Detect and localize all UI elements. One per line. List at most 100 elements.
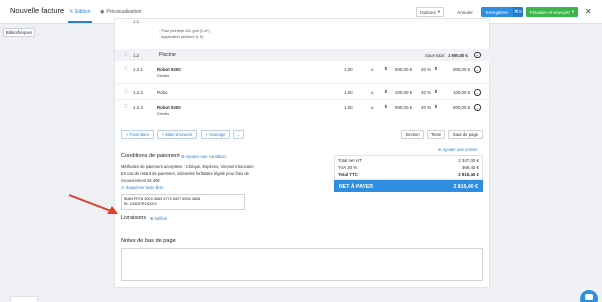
net-to-pay-value: 2 816,40 € xyxy=(453,183,478,190)
plus-circle-icon: ⊕ xyxy=(181,154,185,159)
add-discount-label: Ajouter une remise xyxy=(442,147,478,152)
divider xyxy=(115,99,491,100)
save-button[interactable]: Enregistrer xyxy=(481,7,513,17)
tab-preview[interactable]: ◉ Prévisualisation xyxy=(100,9,141,15)
item-number: 1.2.1 xyxy=(133,67,143,72)
libraries-button[interactable]: Bibliothèques xyxy=(3,28,35,37)
tab-label: Prévisualisation xyxy=(106,9,142,15)
total-label: Total TTC xyxy=(338,172,358,177)
page-break-button[interactable]: Saut de page xyxy=(448,130,483,139)
section-title[interactable]: Piscine xyxy=(159,52,176,58)
chevron-down-icon[interactable]: ⌄ xyxy=(474,89,481,96)
total-value: 2 816,40 € xyxy=(458,172,479,177)
tab-edition[interactable]: ✎ Edition xyxy=(69,9,91,15)
section-row[interactable]: ⠿ 1.2 Piscine Sous-total : 1 900,00 € ⌄ xyxy=(115,49,491,61)
item-name[interactable]: Robot 5200 xyxy=(157,105,181,110)
chevron-down-icon[interactable]: ⌄ xyxy=(474,51,481,58)
bottom-panel-tab[interactable] xyxy=(10,296,38,302)
drag-handle-icon[interactable]: ⠿ xyxy=(124,89,127,95)
options-button[interactable]: Options ▾ xyxy=(416,7,444,17)
finalize-button[interactable]: Finaliser et envoyer ▾ xyxy=(526,7,578,17)
add-condition-label: Ajouter une condition xyxy=(185,154,226,159)
page-title: Nouvelle facture xyxy=(10,6,65,15)
finalize-label: Finaliser et envoyer xyxy=(529,9,570,15)
item-qty[interactable]: 1,00 xyxy=(344,90,353,95)
add-work-button[interactable]: + Ouvrage xyxy=(201,130,230,139)
subtotal-label: Sous-total : xyxy=(425,52,447,58)
chevron-down-icon[interactable]: ⌄ xyxy=(474,66,481,73)
payment-conditions-title: Conditions de paiement xyxy=(121,153,180,159)
stepper-icon[interactable]: ⬍ xyxy=(434,66,438,72)
more-options-button[interactable]: ... xyxy=(233,130,244,139)
active-tab-indicator xyxy=(68,21,92,23)
stepper-icon[interactable]: ⬍ xyxy=(384,66,388,72)
item-qty[interactable]: 1,00 xyxy=(344,67,353,72)
item-price[interactable]: 900,00 € xyxy=(395,105,412,110)
stepper-icon[interactable]: ⬍ xyxy=(434,104,438,110)
deliveries-title: Livraisons xyxy=(121,215,147,221)
net-to-pay-bar: NET À PAYER 2 816,40 € xyxy=(334,180,483,192)
stepper-icon[interactable]: ⬍ xyxy=(384,89,388,95)
chevron-down-icon[interactable]: ⌄ xyxy=(474,104,481,111)
options-label: Options xyxy=(419,9,436,15)
annotation-arrow-icon xyxy=(68,194,118,214)
item-detail[interactable]: Détails xyxy=(157,73,169,78)
total-ttc-row: Total TTC 2 816,40 € xyxy=(334,172,483,178)
add-section-button[interactable]: Section xyxy=(401,130,424,139)
recovery-fee-text[interactable]: recouvrement de 40€. xyxy=(121,178,161,183)
item-vat[interactable]: 20 % xyxy=(421,67,431,72)
chevron-down-icon: ▾ xyxy=(571,9,575,14)
divider xyxy=(115,83,491,84)
cancel-button[interactable]: Annuler xyxy=(453,7,477,17)
item-total: 900,00 € xyxy=(453,105,471,110)
late-payment-text[interactable]: En cas de retard de paiement, indemnité … xyxy=(121,171,249,176)
footer-notes-input[interactable] xyxy=(121,248,483,281)
define-delivery-link[interactable]: ⊕ Définir xyxy=(150,216,167,222)
total-label: TVA 20 % xyxy=(338,165,358,170)
section-number: 1.2 xyxy=(133,52,140,58)
item-total: 100,00 € xyxy=(453,90,471,95)
item-total: 900,00 € xyxy=(453,67,471,72)
chat-widget-button[interactable] xyxy=(580,290,598,302)
bic-text: BI: CMCIFR1NXXX xyxy=(124,202,157,206)
item-unit[interactable]: u xyxy=(371,105,373,110)
footer-notes-title: Notes de bas de page xyxy=(121,238,176,244)
total-vat-row: TVA 20 % 469,40 € xyxy=(334,165,483,171)
item-name[interactable]: Robot 5200 xyxy=(157,67,181,72)
chat-bubble-icon xyxy=(585,294,593,300)
pencil-icon: ✎ xyxy=(69,9,74,15)
item-vat[interactable]: 20 % xyxy=(421,90,431,95)
drag-handle-icon[interactable]: ⠿ xyxy=(124,52,127,58)
add-text-button[interactable]: Texte xyxy=(427,130,445,139)
subtotal-value: 1 900,00 € xyxy=(448,52,468,58)
item-price[interactable]: 100,00 € xyxy=(395,90,412,95)
bank-details-box[interactable]: IBAN FR76 3004 3663 4772 8427 8992 4628 … xyxy=(121,194,245,210)
item-detail[interactable]: Détails xyxy=(157,111,169,116)
total-value: 2 347,00 € xyxy=(458,158,479,163)
prev-item-detail: - Pour peinture 20L gris (1 m²) xyxy=(159,29,210,33)
drag-handle-icon[interactable]: ⠿ xyxy=(124,66,127,72)
item-number: 1.2.3 xyxy=(133,105,143,110)
stepper-icon[interactable]: ⬍ xyxy=(434,89,438,95)
add-condition-link[interactable]: ⊕ Ajouter une condition xyxy=(181,154,226,160)
stepper-icon[interactable]: ⬍ xyxy=(384,104,388,110)
close-icon[interactable]: ✕ xyxy=(585,7,592,16)
invoice-sheet: 1.1. - Pour peinture 20L gris (1 m²) - A… xyxy=(114,18,491,288)
total-net-row: Total net HT 2 347,00 € xyxy=(334,158,483,164)
remove-free-text-link[interactable]: ⊖ Supprimer texte libre xyxy=(121,185,163,190)
drag-handle-icon[interactable]: ⠿ xyxy=(124,104,127,110)
add-discount-link[interactable]: ⊕ Ajouter une remise xyxy=(438,147,478,152)
item-qty[interactable]: 1,00 xyxy=(344,105,353,110)
item-unit[interactable]: u xyxy=(371,67,373,72)
payment-methods-text[interactable]: Méthodes de paiement acceptées : Chèque,… xyxy=(121,164,254,169)
save-shortcut[interactable]: ⌘S xyxy=(513,7,523,17)
prev-item-number: 1.1. xyxy=(133,19,141,24)
remove-free-text-label: Supprimer texte libre xyxy=(125,185,164,190)
item-price[interactable]: 900,00 € xyxy=(395,67,412,72)
item-vat[interactable]: 20 % xyxy=(421,105,431,110)
item-name[interactable]: Robo xyxy=(157,90,168,95)
item-unit[interactable]: u xyxy=(371,90,373,95)
add-labor-button[interactable]: + Main d'oeuvre xyxy=(157,130,197,139)
define-delivery-label: Définir xyxy=(154,216,168,221)
add-supply-button[interactable]: + Fourniture xyxy=(121,130,154,139)
